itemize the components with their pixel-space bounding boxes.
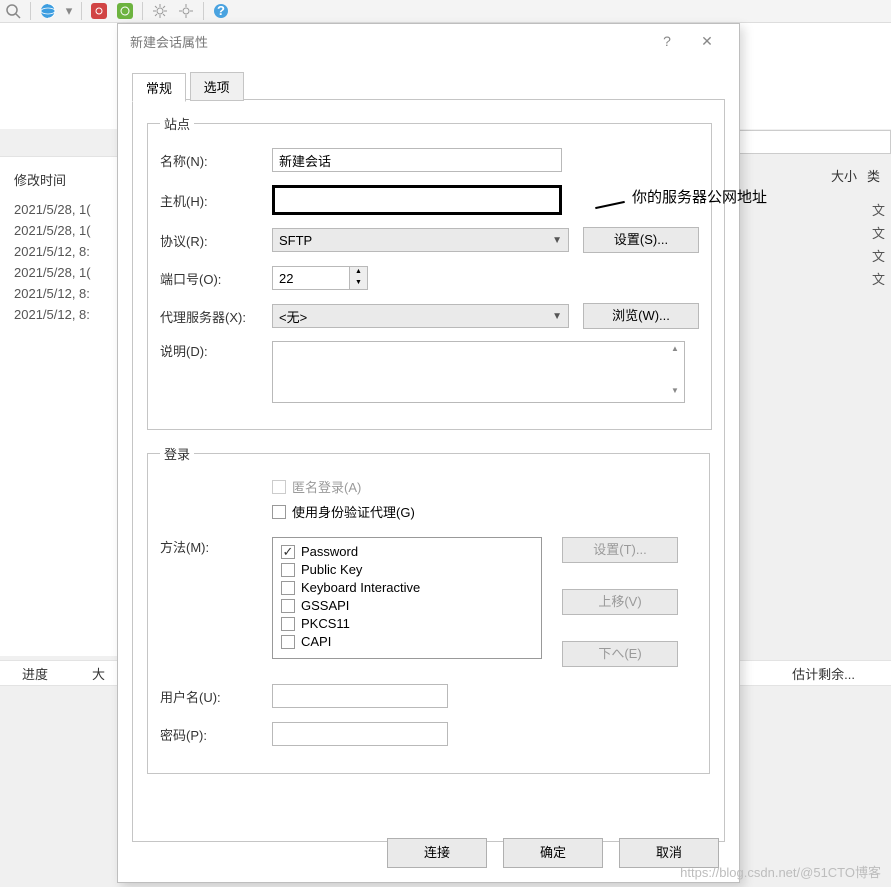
name-field[interactable]	[272, 148, 562, 172]
password-field[interactable]	[272, 722, 448, 746]
auth-agent-checkbox[interactable]	[272, 505, 286, 519]
label-name: 名称(N):	[160, 151, 272, 170]
list-item[interactable]: 2021/5/28, 1(	[0, 199, 120, 220]
label-protocol: 协议(R):	[160, 231, 272, 250]
chevron-down-icon: ▼	[552, 311, 562, 322]
close-icon[interactable]: ✕	[687, 33, 727, 50]
move-down-button: 下へ(E)	[562, 641, 678, 667]
gear-icon[interactable]	[177, 2, 195, 20]
watermark: https://blog.csdn.net/@51CTO博客	[680, 862, 881, 881]
ok-button[interactable]: 确定	[503, 838, 603, 868]
column-header-mtime[interactable]: 修改时间	[0, 167, 120, 199]
scroll-down-icon[interactable]: ▼	[668, 386, 682, 400]
method-check-pkcs11[interactable]	[281, 617, 295, 631]
label-method: 方法(M):	[160, 537, 272, 556]
file-type-column: 文 文 文 文	[872, 200, 885, 292]
auth-methods-list[interactable]: ✓Password Public Key Keyboard Interactiv…	[272, 537, 542, 659]
proxy-select[interactable]: <无>▼	[272, 304, 569, 328]
chevron-down-icon: ▼	[552, 235, 562, 246]
status-eta-label: 估计剩余...	[770, 664, 877, 683]
method-check-publickey[interactable]	[281, 563, 295, 577]
label-username: 用户名(U):	[160, 687, 272, 706]
column-header-type[interactable]: 类	[867, 166, 880, 185]
method-check-keyboard[interactable]	[281, 581, 295, 595]
method-check-password[interactable]: ✓	[281, 545, 295, 559]
background-toolbar: ▾ ?	[0, 0, 891, 23]
list-item[interactable]: 2021/5/12, 8:	[0, 283, 120, 304]
group-site: 站点 名称(N): 主机(H): 协议(R): SFTP▼ 设置(S)... 端…	[147, 114, 712, 430]
browse-button[interactable]: 浏览(W)...	[583, 303, 699, 329]
dialog-tabs: 常规 选项	[132, 72, 725, 100]
dialog-title: 新建会话属性	[130, 32, 208, 51]
host-field[interactable]	[272, 185, 562, 215]
anonymous-label: 匿名登录(A)	[292, 477, 361, 496]
list-item[interactable]: 2021/5/12, 8:	[0, 304, 120, 325]
list-item[interactable]: 2021/5/28, 1(	[0, 262, 120, 283]
group-login-legend: 登录	[160, 444, 194, 463]
label-port: 端口号(O):	[160, 269, 272, 288]
settings-t-button: 设置(T)...	[562, 537, 678, 563]
search-icon[interactable]	[4, 2, 22, 20]
help-icon[interactable]: ?	[212, 2, 230, 20]
connect-button[interactable]: 连接	[387, 838, 487, 868]
label-proxy: 代理服务器(X):	[160, 307, 272, 326]
dialog-buttons: 连接 确定 取消	[387, 838, 719, 868]
tab-options[interactable]: 选项	[190, 72, 244, 101]
dropdown-caret-icon[interactable]: ▾	[65, 2, 73, 20]
method-check-capi[interactable]	[281, 635, 295, 649]
label-password: 密码(P):	[160, 725, 272, 744]
list-item[interactable]: 2021/5/12, 8:	[0, 241, 120, 262]
group-login: 登录 匿名登录(A) 使用身份验证代理(G) 方法(M): ✓Password …	[147, 444, 710, 774]
label-host: 主机(H):	[160, 191, 272, 210]
method-check-gssapi[interactable]	[281, 599, 295, 613]
port-spinner[interactable]: ▲▼	[350, 266, 368, 290]
svg-text:?: ?	[217, 3, 225, 18]
port-field[interactable]	[272, 266, 350, 290]
settings-s-button[interactable]: 设置(S)...	[583, 227, 699, 253]
gear-icon[interactable]	[151, 2, 169, 20]
annotation-text: 你的服务器公网地址	[632, 186, 767, 207]
column-headers-right: 大小 类	[831, 156, 891, 185]
auth-agent-label: 使用身份验证代理(G)	[292, 502, 415, 521]
scroll-up-icon[interactable]: ▲	[668, 344, 682, 358]
tab-general[interactable]: 常规	[132, 73, 186, 102]
app-green-icon[interactable]	[116, 2, 134, 20]
tab-content: 站点 名称(N): 主机(H): 协议(R): SFTP▼ 设置(S)... 端…	[132, 100, 725, 842]
status-progress-label: 进度	[0, 664, 70, 683]
column-header-size[interactable]: 大小	[831, 166, 857, 185]
anonymous-checkbox	[272, 480, 286, 494]
group-site-legend: 站点	[160, 114, 194, 133]
new-session-dialog: 新建会话属性 ? ✕ 常规 选项 站点 名称(N): 主机(H): 协议(R):…	[117, 23, 740, 883]
label-description: 说明(D):	[160, 341, 272, 360]
description-field[interactable]: ▲ ▼	[272, 341, 685, 403]
globe-icon[interactable]	[39, 2, 57, 20]
username-field[interactable]	[272, 684, 448, 708]
dialog-titlebar: 新建会话属性 ? ✕	[118, 24, 739, 58]
file-list-panel: 修改时间 2021/5/28, 1( 2021/5/28, 1( 2021/5/…	[0, 156, 120, 656]
move-up-button: 上移(V)	[562, 589, 678, 615]
dialog-help-button[interactable]: ?	[647, 33, 687, 49]
app-red-icon[interactable]	[90, 2, 108, 20]
list-item[interactable]: 2021/5/28, 1(	[0, 220, 120, 241]
protocol-select[interactable]: SFTP▼	[272, 228, 569, 252]
